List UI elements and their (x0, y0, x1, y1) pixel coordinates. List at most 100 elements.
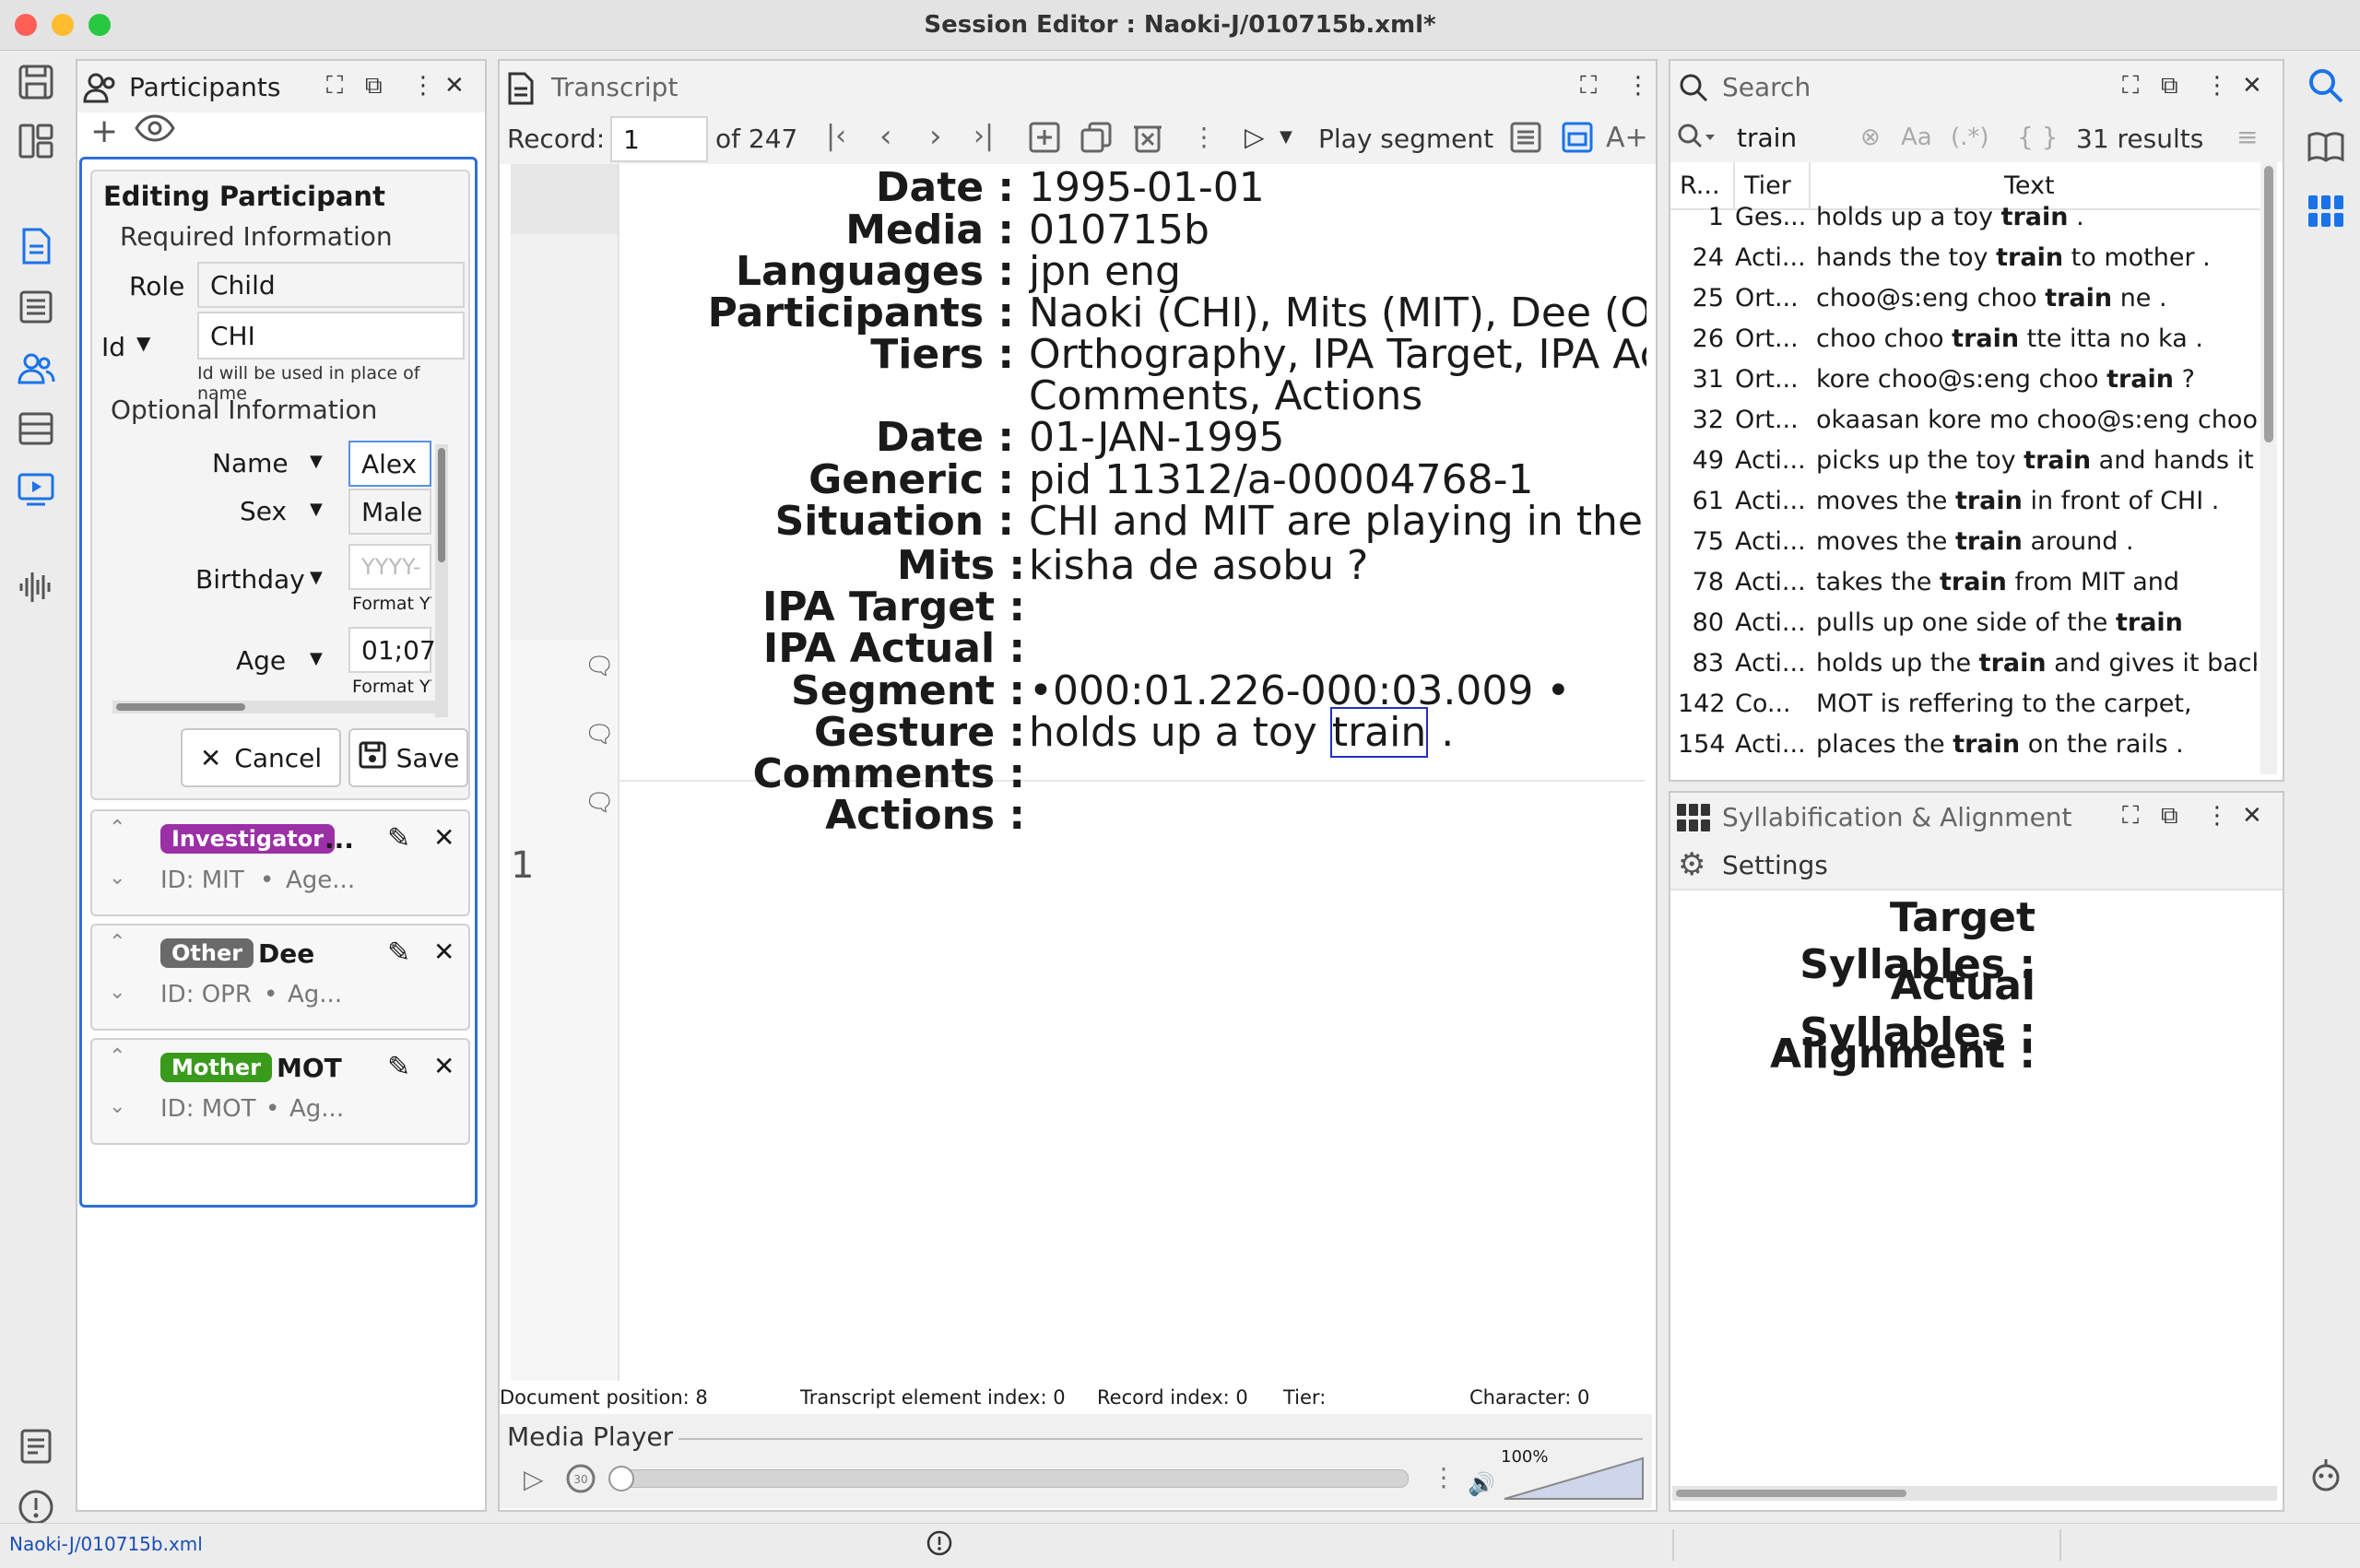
birthday-dropdown-icon[interactable]: ▼ (310, 568, 323, 587)
add-participant-icon[interactable]: + (90, 112, 118, 150)
ipa-mode-icon[interactable]: { } (2017, 122, 2059, 152)
close-icon[interactable]: ✕ (2242, 72, 2262, 100)
column-record-header[interactable]: R... (1680, 171, 1720, 200)
rewind-30-icon[interactable]: 30 (564, 1462, 597, 1499)
header-tier-value[interactable]: jpn eng (1029, 248, 1646, 295)
header-tier-value[interactable]: CHI and MIT are playing in the livin (1029, 498, 1646, 545)
media-play-icon[interactable]: ▷ (524, 1464, 544, 1494)
transcript-content[interactable]: Date : 1995-01-01 Media : 010715b Languages … (500, 61, 1656, 1434)
header-tier-value[interactable]: Naoki (CHI), Mits (MIT), Dee (OPR), M (1029, 289, 1646, 336)
results-scrollbar[interactable] (2260, 162, 2277, 774)
more-options-icon[interactable]: ⋮ (2205, 72, 2229, 100)
more-options-icon[interactable]: ⋮ (2205, 802, 2229, 830)
remove-icon[interactable]: ✕ (433, 822, 454, 853)
record-tier-value[interactable]: •000:01.226-000:03.009 • (1029, 667, 1570, 714)
status-alert-icon[interactable] (926, 1529, 953, 1561)
expand-down-icon[interactable]: ⌄ (109, 1095, 125, 1118)
save-button[interactable]: Save (348, 728, 468, 787)
cancel-button[interactable]: ✕ Cancel (181, 728, 341, 787)
birthday-field[interactable]: YYYY- (348, 544, 431, 590)
remove-icon[interactable]: ✕ (433, 1051, 454, 1081)
record-tier-value[interactable]: kisha de asobu ? (1029, 542, 1368, 589)
edit-pencil-icon[interactable]: ✎ (387, 1051, 410, 1083)
search-result-row[interactable]: 26 Ort... choo choo train tte itta no ka . (1678, 324, 2257, 365)
sex-field[interactable]: Male (348, 489, 431, 535)
seek-handle[interactable] (608, 1466, 634, 1491)
search-result-row[interactable]: 154 Acti... places the train on the rails … (1678, 730, 2257, 771)
maximize-icon[interactable]: ⛶ (326, 72, 343, 100)
maximize-icon[interactable]: ⛶ (2122, 72, 2139, 100)
file-path-link[interactable]: Naoki-J/010715b.xml (9, 1533, 203, 1555)
filter-icon[interactable]: ≡ (2236, 122, 2258, 152)
name-dropdown-icon[interactable]: ▼ (310, 452, 323, 471)
id-field[interactable]: CHI (197, 312, 465, 360)
search-result-row[interactable]: 142 Co... MOT is reffering to the carpet, (1678, 690, 2257, 730)
header-tier-value[interactable]: 1995-01-01 (1029, 164, 1646, 211)
syllabification-hscrollbar[interactable] (1672, 1486, 2277, 1501)
expand-down-icon[interactable]: ⌄ (109, 981, 125, 1004)
search-options-icon[interactable] (1676, 122, 1717, 159)
form-vertical-scrollbar[interactable] (435, 444, 448, 717)
role-field[interactable]: Child (197, 262, 465, 308)
search-hit-highlight[interactable]: train (1329, 707, 1429, 758)
search-result-row[interactable]: 61 Acti... moves the train in front of CHI… (1678, 487, 2257, 527)
notes-icon[interactable] (13, 1423, 59, 1469)
form-horizontal-scrollbar[interactable] (112, 701, 444, 713)
search-result-row[interactable]: 1 Ges... holds up a toy train . (1678, 203, 2257, 243)
media-player-icon[interactable] (13, 466, 59, 513)
waveform-icon[interactable] (13, 564, 59, 610)
search-result-row[interactable]: 80 Acti... pulls up one side of the train (1678, 608, 2257, 649)
header-tier-value[interactable]: 010715b (1029, 206, 1646, 253)
record-list-icon[interactable] (13, 284, 59, 330)
visibility-eye-icon[interactable] (135, 114, 175, 148)
media-more-icon[interactable]: ⋮ (1431, 1462, 1457, 1492)
volume-icon[interactable]: 🔊 (1468, 1471, 1495, 1497)
popout-icon[interactable]: ⧉ (365, 72, 383, 100)
search-result-row[interactable]: 25 Ort... choo@s:eng choo train ne . (1678, 284, 2257, 324)
participant-card[interactable]: ⌃ ⌄ Other Dee ID: OPR • Ag... ✎ ✕ (90, 924, 470, 1031)
header-tier-value[interactable]: pid 11312/a-00004768-1 (1029, 456, 1646, 503)
search-result-row[interactable]: 32 Ort... okaasan kore mo choo@s:eng choo (1678, 406, 2257, 446)
transcript-view-icon[interactable] (13, 223, 59, 269)
sex-dropdown-icon[interactable]: ▼ (310, 500, 323, 519)
remove-icon[interactable]: ✕ (433, 937, 454, 967)
search-result-row[interactable]: 75 Acti... moves the train around . (1678, 527, 2257, 568)
close-icon[interactable]: ✕ (444, 72, 465, 100)
header-tier-value[interactable]: Comments, Actions (1029, 372, 1646, 419)
search-input[interactable]: train (1726, 116, 1873, 159)
gesture-value[interactable]: holds up a toy train . (1029, 707, 1454, 758)
syllabification-view-icon[interactable] (2303, 188, 2349, 234)
dictionary-icon[interactable] (2303, 124, 2349, 170)
expand-down-icon[interactable]: ⌄ (109, 867, 125, 890)
expand-up-icon[interactable]: ⌃ (109, 817, 125, 840)
edit-pencil-icon[interactable]: ✎ (387, 937, 410, 969)
header-tier-value[interactable]: Orthography, IPA Target, IPA Actua (1029, 331, 1646, 378)
tier-management-icon[interactable] (13, 406, 59, 452)
maximize-icon[interactable]: ⛶ (2122, 802, 2139, 831)
name-field[interactable]: Alex (348, 441, 431, 487)
seek-bar[interactable] (612, 1469, 1409, 1488)
edit-pencil-icon[interactable]: ✎ (387, 822, 410, 855)
popout-icon[interactable]: ⧉ (2161, 72, 2178, 100)
save-session-icon[interactable] (13, 59, 59, 105)
expand-up-icon[interactable]: ⌃ (109, 931, 125, 954)
column-text-header[interactable]: Text (2004, 171, 2055, 200)
search-result-row[interactable]: 49 Acti... picks up the toy train and hand… (1678, 446, 2257, 487)
participant-card[interactable]: ⌃ ⌄ Investigator ... ID: MIT • Age... ✎ … (90, 809, 470, 916)
search-result-row[interactable]: 78 Acti... takes the train from MIT and (1678, 568, 2257, 608)
search-view-icon[interactable] (2303, 63, 2349, 109)
header-tier-value[interactable]: 01-JAN-1995 (1029, 414, 1646, 461)
settings-button[interactable]: Settings (1722, 850, 1828, 880)
search-result-row[interactable]: 31 Ort... kore choo@s:eng choo train ? (1678, 365, 2257, 406)
popout-icon[interactable]: ⧉ (2161, 802, 2178, 831)
id-dropdown-icon[interactable]: ▼ (136, 332, 150, 354)
age-dropdown-icon[interactable]: ▼ (310, 649, 323, 668)
participants-view-icon[interactable] (13, 345, 59, 391)
clear-search-icon[interactable]: ⊗ (1860, 124, 1881, 151)
close-icon[interactable]: ✕ (2242, 802, 2262, 830)
participant-card[interactable]: ⌃ ⌄ Mother MOT ID: MOT • Ag... ✎ ✕ (90, 1038, 470, 1145)
assistant-icon[interactable] (2303, 1453, 2349, 1499)
layout-icon[interactable] (13, 118, 59, 164)
search-result-row[interactable]: 83 Acti... holds up the train and gives it… (1678, 649, 2257, 690)
expand-up-icon[interactable]: ⌃ (109, 1045, 125, 1068)
